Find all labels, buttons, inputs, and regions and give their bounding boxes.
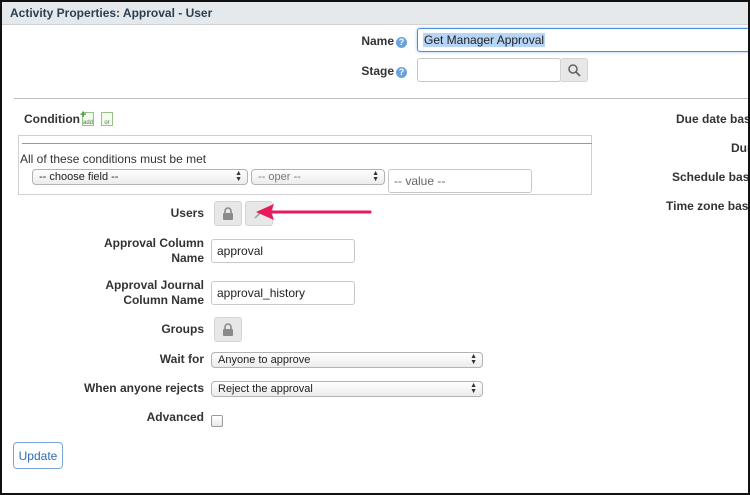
approval-column-input[interactable]: approval [211, 239, 355, 263]
dialog-title: Activity Properties: Approval - User [10, 6, 213, 20]
condition-value-placeholder: -- value -- [394, 174, 446, 188]
rejects-value: Reject the approval [218, 383, 313, 395]
header-bar: Activity Properties: Approval - User [2, 2, 748, 25]
approval-column-value: approval [217, 244, 264, 258]
due-date-label: Due date bas [676, 112, 750, 126]
search-icon [567, 63, 581, 77]
condition-rule-text: All of these conditions must be met [20, 152, 207, 166]
lock-icon [223, 322, 233, 336]
plus-icon: + [80, 109, 87, 121]
schedule-label: Schedule bas [672, 170, 750, 184]
stage-input[interactable] [417, 58, 561, 82]
advanced-checkbox[interactable] [211, 415, 223, 427]
oper-value: -- oper -- [258, 171, 301, 183]
update-button-label: Update [18, 448, 58, 463]
select-caret-icon: ▲ ▼ [235, 170, 242, 183]
oper-select[interactable]: -- oper -- ▲ ▼ [251, 169, 385, 185]
rejects-label: When anyone rejects [83, 381, 204, 395]
rejects-select[interactable]: Reject the approval ▲ ▼ [211, 381, 483, 397]
choose-field-select[interactable]: -- choose field -- ▲ ▼ [32, 169, 248, 185]
update-button[interactable]: Update [13, 442, 63, 469]
choose-field-value: -- choose field -- [39, 171, 119, 183]
name-label: Name [361, 34, 394, 48]
name-input[interactable]: Get Manager Approval [417, 28, 748, 52]
select-caret-icon: ▲ ▼ [470, 353, 477, 366]
divider [14, 98, 748, 99]
condition-value-input[interactable]: -- value -- [388, 169, 532, 193]
users-lock-button[interactable] [214, 201, 242, 226]
users-label: Users [170, 206, 204, 220]
or-condition-icon[interactable]: or [101, 112, 113, 126]
or-icon-label: or [104, 120, 110, 126]
approval-journal-value: approval_history [217, 286, 306, 300]
name-input-value: Get Manager Approval [423, 33, 546, 47]
approval-journal-input[interactable]: approval_history [211, 281, 355, 305]
lock-icon [223, 206, 233, 220]
annotation-arrow [256, 204, 372, 220]
wait-for-label: Wait for [159, 352, 204, 366]
wait-for-value: Anyone to approve [218, 354, 311, 366]
wait-for-select[interactable]: Anyone to approve ▲ ▼ [211, 352, 483, 368]
stage-label: Stage [361, 64, 394, 78]
select-caret-icon: ▲ ▼ [470, 382, 477, 395]
time-zone-label: Time zone bas [666, 199, 749, 213]
condition-divider [22, 143, 592, 144]
groups-label: Groups [161, 322, 204, 336]
advanced-label: Advanced [146, 410, 204, 424]
duration-label: Dur [731, 141, 750, 155]
help-icon[interactable]: ? [396, 67, 407, 78]
help-icon[interactable]: ? [396, 37, 407, 48]
groups-lock-button[interactable] [214, 317, 242, 342]
approval-journal-label: Approval Journal Column Name [105, 278, 204, 307]
approval-column-label: Approval Column Name [103, 236, 204, 265]
condition-label: Condition [24, 112, 80, 126]
dialog-frame: Activity Properties: Approval - User Nam… [0, 0, 750, 495]
stage-search-button[interactable] [560, 58, 588, 82]
select-caret-icon: ▲ ▼ [372, 170, 379, 183]
